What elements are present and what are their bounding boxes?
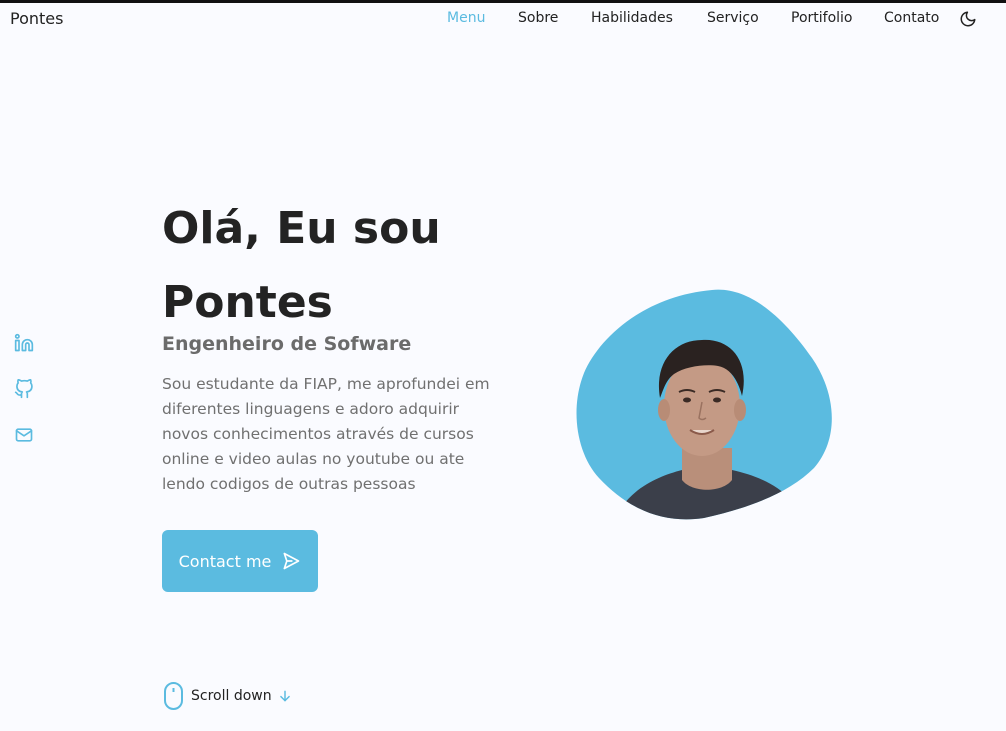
nav-item-sobre[interactable]: Sobre bbox=[518, 10, 558, 26]
theme-toggle-button[interactable] bbox=[958, 9, 978, 29]
contact-me-label: Contact me bbox=[178, 551, 272, 571]
contact-me-button[interactable]: Contact me bbox=[162, 530, 318, 592]
github-link[interactable] bbox=[14, 378, 36, 401]
scroll-down-label: Scroll down bbox=[191, 688, 272, 704]
nav-item-habilidades[interactable]: Habilidades bbox=[591, 10, 673, 26]
nav-item-contato[interactable]: Contato bbox=[884, 10, 939, 26]
mail-icon bbox=[15, 428, 33, 442]
send-icon bbox=[283, 552, 300, 570]
main-nav: Menu Sobre Habilidades Serviço Portifoli… bbox=[0, 3, 1006, 35]
hero-description: Sou estudante da FIAP, me aprofundei em … bbox=[162, 375, 490, 493]
moon-icon bbox=[960, 11, 976, 27]
email-link[interactable] bbox=[14, 425, 36, 447]
linkedin-link[interactable] bbox=[14, 333, 36, 355]
linkedin-icon bbox=[14, 333, 34, 352]
nav-item-menu[interactable]: Menu bbox=[447, 10, 485, 26]
github-icon bbox=[14, 378, 33, 399]
profile-image bbox=[574, 288, 836, 520]
nav-item-portifolio[interactable]: Portifolio bbox=[791, 10, 852, 26]
scroll-down-link[interactable]: Scroll down bbox=[163, 682, 292, 710]
hero-title: Olá, Eu sou Pontes bbox=[162, 192, 562, 340]
hero-title-line2: Pontes bbox=[162, 277, 333, 328]
mouse-icon bbox=[164, 682, 183, 710]
arrow-down-icon bbox=[279, 690, 290, 702]
header: Pontes Menu Sobre Habilidades Serviço Po… bbox=[0, 3, 1006, 35]
hero-title-line1: Olá, Eu sou bbox=[162, 203, 441, 254]
hero-subtitle: Engenheiro de Sofware bbox=[162, 333, 412, 355]
nav-item-servico[interactable]: Serviço bbox=[707, 10, 759, 26]
